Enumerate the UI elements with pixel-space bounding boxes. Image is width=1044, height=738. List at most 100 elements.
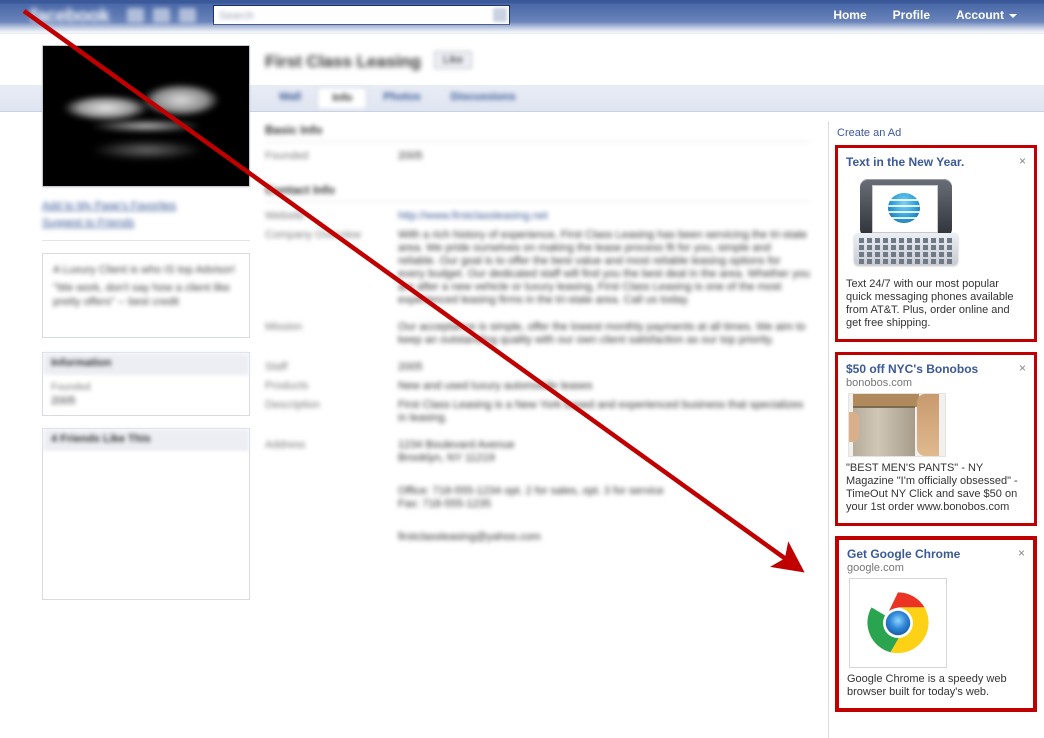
profile-picture[interactable] (42, 45, 250, 187)
founded-value: 2005 (51, 395, 76, 407)
close-icon[interactable]: × (1019, 155, 1026, 167)
info-row-key: Website (265, 210, 305, 222)
tab-info[interactable]: Info (317, 87, 368, 108)
info-row-key (265, 531, 398, 544)
info-row-key: Mission (265, 321, 303, 333)
keyboard-row (859, 238, 953, 243)
att-phone-image[interactable] (848, 173, 966, 273)
info-row: Office: 718-555-1234 opt. 2 for sales, o… (265, 485, 810, 511)
att-stripe (888, 211, 920, 213)
keyboard-row (859, 245, 953, 250)
info-row: Mission Our acceptance is simple, offer … (265, 321, 810, 347)
info-row: Company Overview With a rich history of … (265, 229, 810, 307)
info-row: Description First Class Leasing is a New… (265, 399, 810, 425)
close-icon[interactable]: × (1018, 547, 1025, 559)
keyboard-row (859, 252, 953, 257)
website-link[interactable]: http://www.firstclassleasing.net (398, 210, 810, 223)
ad-sidebar: Create an Ad × Text in the New Year. Tex… (828, 121, 1044, 738)
info-row-value: 2005 (398, 361, 423, 373)
hand-region (849, 412, 859, 442)
ad-url: bonobos.com (846, 377, 913, 389)
keyboard-row (859, 259, 953, 264)
info-row-value: With a rich history of experience, First… (398, 229, 810, 306)
close-icon[interactable]: × (1019, 362, 1026, 374)
email-value: firstclassleasing@yahoo.com (398, 531, 541, 543)
friend-requests-icon[interactable] (127, 8, 144, 23)
att-stripe (888, 217, 920, 219)
account-menu[interactable]: Account (943, 3, 1030, 27)
att-stripe (888, 199, 920, 201)
quote-line-1: A Luxury Client is who IS top Advisor! (53, 264, 236, 276)
info-row-key: Address (265, 439, 306, 451)
info-row: firstclassleasing@yahoo.com (265, 531, 810, 544)
suggest-to-friends-link[interactable]: Suggest to Friends (42, 217, 250, 229)
info-row-key: Description (265, 399, 321, 411)
chrome-ad[interactable]: × Get Google Chrome google.com Google Ch… (839, 540, 1033, 708)
info-row-key (265, 485, 398, 511)
search-icon[interactable] (493, 8, 507, 22)
friends-like-box-body (43, 450, 249, 466)
ad-title[interactable]: $50 off NYC's Bonobos (846, 362, 1026, 376)
phone-value: Office: 718-555-1234 opt. 2 for sales, o… (398, 485, 664, 510)
account-label: Account (956, 8, 1004, 22)
notifications-icon[interactable] (179, 8, 196, 23)
ad-body: Google Chrome is a speedy web browser bu… (847, 673, 1007, 698)
tab-discussions[interactable]: Discussions (437, 87, 530, 108)
like-button[interactable]: Like (433, 51, 473, 69)
information-box-title: Information (43, 353, 249, 374)
bonobos-pants-image[interactable] (848, 393, 946, 457)
info-row-value: 2005 (398, 150, 423, 162)
profile-link[interactable]: Profile (880, 3, 943, 27)
left-column: Add to My Page's Favorites Suggest to Fr… (42, 45, 250, 600)
friends-like-box-title: 4 Friends Like This (43, 429, 249, 450)
page-body: Add to My Page's Favorites Suggest to Fr… (0, 33, 1044, 738)
ad-url: google.com (847, 562, 904, 574)
quote-box: A Luxury Client is who IS top Advisor! "… (42, 253, 250, 338)
ad-highlight-box-target: × Get Google Chrome google.com Google Ch… (835, 536, 1037, 712)
ad-title[interactable]: Get Google Chrome (847, 547, 1025, 561)
section-heading-contact-info: Contact Info (265, 183, 810, 202)
arm-region (917, 394, 939, 456)
bonobos-ad[interactable]: × $50 off NYC's Bonobos bonobos.com "BES… (838, 355, 1034, 523)
google-chrome-logo[interactable] (849, 578, 947, 668)
ad-title[interactable]: Text in the New Year. (846, 155, 1026, 169)
search-input[interactable]: Search (219, 10, 254, 22)
car-reflection (57, 138, 235, 172)
info-row: Staff 2005 (265, 361, 810, 374)
messages-icon[interactable] (153, 8, 170, 23)
info-row-key: Founded (265, 150, 309, 162)
facebook-logo[interactable]: facebook (30, 6, 140, 27)
screenshot-root: facebook Search Home Profile Account Add… (0, 0, 1044, 738)
info-row-value: Our acceptance is simple, offer the lowe… (398, 321, 806, 346)
info-row: Products New and used luxury automobile … (265, 380, 810, 393)
tab-list: Wall Info Photos Discussions (265, 87, 529, 108)
ad-highlight-box: × Text in the New Year. Text 24/7 with o… (835, 145, 1037, 342)
car-image (51, 68, 241, 136)
ad-body: Text 24/7 with our most popular quick me… (846, 278, 1014, 329)
info-row: Address 1234 Boulevard Avenue Brooklyn, … (265, 439, 810, 465)
home-link[interactable]: Home (820, 3, 879, 27)
tab-photos[interactable]: Photos (369, 87, 434, 108)
create-an-ad-link[interactable]: Create an Ad (829, 121, 1044, 145)
friends-like-box: 4 Friends Like This (42, 428, 250, 600)
search-box[interactable]: Search (213, 5, 510, 25)
center-column: Basic Info Founded 2005 Contact Info Web… (265, 123, 810, 550)
navigation-icon-group (125, 7, 205, 26)
tab-wall[interactable]: Wall (265, 87, 315, 108)
page-header: First Class Leasing Like (265, 51, 810, 83)
att-stripe (888, 205, 920, 207)
ad-body: "BEST MEN'S PANTS" - NY Magazine "I'm of… (846, 462, 1018, 513)
chrome-logo-svg (867, 592, 929, 654)
add-to-favorites-link[interactable]: Add to My Page's Favorites (42, 200, 250, 212)
att-ad[interactable]: × Text in the New Year. Text 24/7 with o… (838, 148, 1034, 339)
address-value: 1234 Boulevard Avenue Brooklyn, NY 11219 (398, 439, 515, 464)
info-row-value: First Class Leasing is a New York based … (398, 399, 804, 424)
information-box-body: Founded 2005 (43, 374, 249, 415)
info-row: Website http://www.firstclassleasing.net (265, 210, 810, 223)
info-row-value: New and used luxury automobile leases (398, 380, 593, 392)
